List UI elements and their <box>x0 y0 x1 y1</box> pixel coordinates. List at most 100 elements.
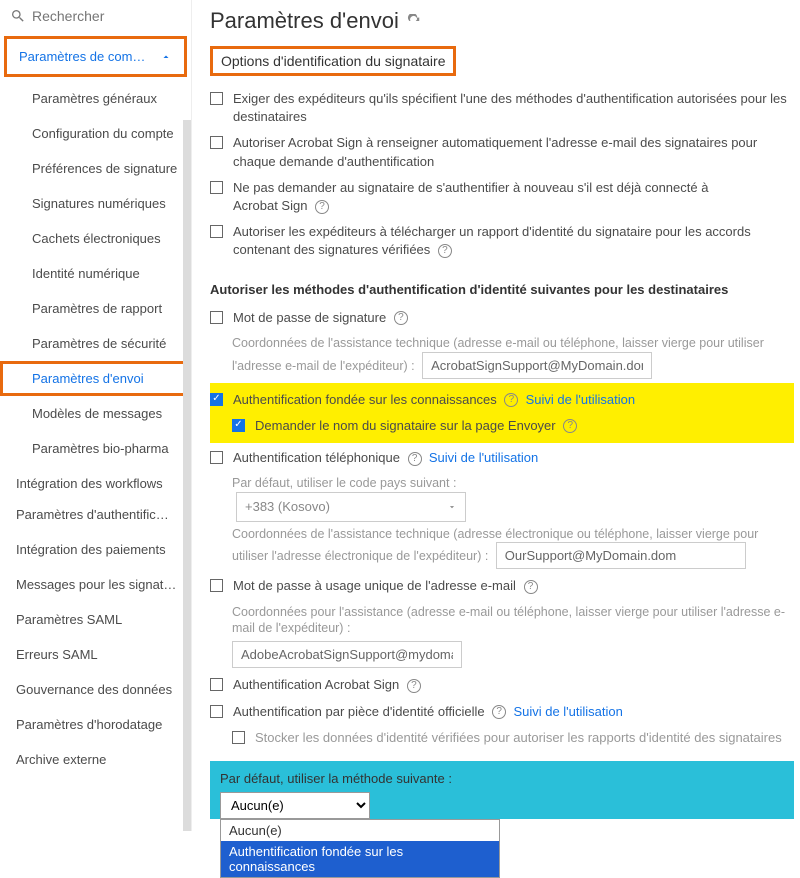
default-method-options: Aucun(e) Authentification fondée sur les… <box>220 819 500 878</box>
page-title-row: Paramètres d'envoi <box>210 8 794 34</box>
phone-usage-link[interactable]: Suivi de l'utilisation <box>429 450 538 465</box>
gov-usage-link[interactable]: Suivi de l'utilisation <box>513 704 622 719</box>
opt-acrobat-sign-auth: Authentification Acrobat Sign ? <box>210 672 794 698</box>
search-icon <box>10 8 26 24</box>
search-input[interactable] <box>32 8 162 24</box>
info-icon[interactable]: ? <box>438 244 452 258</box>
info-icon[interactable]: ? <box>315 200 329 214</box>
opt-download-id-report: Autoriser les expéditeurs à télécharger … <box>210 219 794 263</box>
opt-email-otp: Mot de passe à usage unique de l'adresse… <box>210 573 794 599</box>
opt-kba-request-name: Demander le nom du signataire sur la pag… <box>210 413 794 439</box>
hint-text: Coordonnées pour l'assistance (adresse e… <box>232 605 785 636</box>
opt-label: Autoriser Acrobat Sign à renseigner auto… <box>233 134 794 170</box>
opt-label: Authentification Acrobat Sign ? <box>233 676 794 694</box>
opt-text: Mot de passe à usage unique de l'adresse… <box>233 578 516 593</box>
nav-item-payment-integration[interactable]: Intégration des paiements <box>0 532 191 567</box>
default-method-dropdown: Aucun(e) Aucun(e) Authentification fondé… <box>220 792 370 819</box>
main-content: Paramètres d'envoi Options d'identificat… <box>192 0 800 831</box>
auth-methods-heading: Autoriser les méthodes d'authentificatio… <box>210 282 794 297</box>
opt-label: Stocker les données d'identité vérifiées… <box>255 729 794 747</box>
nav-item-eseals[interactable]: Cachets électroniques <box>0 221 191 256</box>
opt-no-reauth: Ne pas demander au signataire de s'authe… <box>210 175 794 219</box>
checkbox[interactable] <box>210 393 223 406</box>
nav-item-account-config[interactable]: Configuration du compte <box>0 116 191 151</box>
opt-phone-auth: Authentification téléphonique ? Suivi de… <box>210 445 794 471</box>
nav-list-workflow: Paramètres d'authentific… Intégration de… <box>0 497 191 777</box>
opt-label: Autoriser les expéditeurs à télécharger … <box>233 223 794 259</box>
checkbox[interactable] <box>210 136 223 149</box>
opt-require-auth-method: Exiger des expéditeurs qu'ils spécifient… <box>210 86 794 130</box>
phone-support-input[interactable] <box>496 542 746 569</box>
nav-item-auth-settings[interactable]: Paramètres d'authentific… <box>0 497 191 532</box>
info-icon[interactable]: ? <box>408 452 422 466</box>
nav-item-saml-errors[interactable]: Erreurs SAML <box>0 637 191 672</box>
opt-label: Mot de passe de signature ? <box>233 309 794 327</box>
nav-item-digital-identity[interactable]: Identité numérique <box>0 256 191 291</box>
opt-label: Authentification fondée sur les connaiss… <box>233 391 794 409</box>
kba-usage-link[interactable]: Suivi de l'utilisation <box>526 392 635 407</box>
checkbox[interactable] <box>210 579 223 592</box>
opt-text: Demander le nom du signataire sur la pag… <box>255 418 556 433</box>
nav-list-account: Paramètres généraux Configuration du com… <box>0 81 191 466</box>
nav-item-data-governance[interactable]: Gouvernance des données <box>0 672 191 707</box>
checkbox[interactable] <box>210 92 223 105</box>
opt-text: Autoriser les expéditeurs à télécharger … <box>233 224 751 257</box>
opt-text-a: Ne pas demander au signataire de s'authe… <box>233 180 708 195</box>
nav-account-settings-header[interactable]: Paramètres de com… <box>4 36 187 77</box>
sidebar-scrollbar[interactable] <box>183 120 191 831</box>
info-icon[interactable]: ? <box>394 311 408 325</box>
refresh-icon[interactable] <box>407 14 421 28</box>
search-row <box>0 0 191 32</box>
opt-text: Mot de passe de signature <box>233 310 386 325</box>
opt-gov-id-auth: Authentification par pièce d'identité of… <box>210 699 794 725</box>
info-icon[interactable]: ? <box>504 393 518 407</box>
info-icon[interactable]: ? <box>524 580 538 594</box>
info-icon[interactable]: ? <box>492 705 506 719</box>
checkbox[interactable] <box>210 181 223 194</box>
info-icon[interactable]: ? <box>563 419 577 433</box>
checkbox[interactable] <box>210 451 223 464</box>
phone-support-hint: Coordonnées de l'assistance technique (a… <box>232 526 794 570</box>
select-value: +383 (Kosovo) <box>245 498 330 516</box>
nav-item-message-templates[interactable]: Modèles de messages <box>0 396 191 431</box>
checkbox[interactable] <box>232 419 245 432</box>
nav-item-signature-prefs[interactable]: Préférences de signature <box>0 151 191 186</box>
default-method-select[interactable]: Aucun(e) <box>220 792 370 819</box>
nav-item-signer-messages[interactable]: Messages pour les signat… <box>0 567 191 602</box>
nav-item-biopharma[interactable]: Paramètres bio-pharma <box>0 431 191 466</box>
opt-kba: Authentification fondée sur les connaiss… <box>210 387 794 413</box>
opt-gov-store-data: Stocker les données d'identité vérifiées… <box>210 725 794 751</box>
otp-support-hint: Coordonnées pour l'assistance (adresse e… <box>232 604 794 669</box>
nav-item-timestamp-settings[interactable]: Paramètres d'horodatage <box>0 707 191 742</box>
pw-support-input[interactable] <box>422 352 652 379</box>
country-code-select[interactable]: +383 (Kosovo) <box>236 492 466 522</box>
otp-support-input[interactable] <box>232 641 462 668</box>
nav-item-send-settings[interactable]: Paramètres d'envoi <box>0 361 191 396</box>
kba-highlight-block: Authentification fondée sur les connaiss… <box>210 383 794 443</box>
nav-item-digital-signatures[interactable]: Signatures numériques <box>0 186 191 221</box>
nav-section-workflow[interactable]: Intégration des workflows <box>0 466 191 497</box>
hint-text: Par défaut, utiliser le code pays suivan… <box>232 476 456 490</box>
nav-item-general[interactable]: Paramètres généraux <box>0 81 191 116</box>
nav-item-saml-settings[interactable]: Paramètres SAML <box>0 602 191 637</box>
section-signer-id-options: Options d'identification du signataire <box>210 46 456 76</box>
dropdown-option-none[interactable]: Aucun(e) <box>221 820 499 841</box>
opt-text: Authentification téléphonique <box>233 450 400 465</box>
opt-text: Authentification Acrobat Sign <box>233 677 399 692</box>
dropdown-option-kba[interactable]: Authentification fondée sur les connaiss… <box>221 841 499 877</box>
checkbox[interactable] <box>210 225 223 238</box>
nav-item-external-archive[interactable]: Archive externe <box>0 742 191 777</box>
opt-autofill-email: Autoriser Acrobat Sign à renseigner auto… <box>210 130 794 174</box>
checkbox[interactable] <box>210 311 223 324</box>
checkbox[interactable] <box>232 731 245 744</box>
nav-item-security-settings[interactable]: Paramètres de sécurité <box>0 326 191 361</box>
opt-text-b: Acrobat Sign <box>233 198 307 213</box>
chevron-down-icon <box>447 502 457 512</box>
checkbox[interactable] <box>210 705 223 718</box>
pw-support-hint: Coordonnées de l'assistance technique (a… <box>232 335 794 379</box>
info-icon[interactable]: ? <box>407 679 421 693</box>
opt-label: Ne pas demander au signataire de s'authe… <box>233 179 794 215</box>
nav-item-report-settings[interactable]: Paramètres de rapport <box>0 291 191 326</box>
page-title: Paramètres d'envoi <box>210 8 399 34</box>
checkbox[interactable] <box>210 678 223 691</box>
